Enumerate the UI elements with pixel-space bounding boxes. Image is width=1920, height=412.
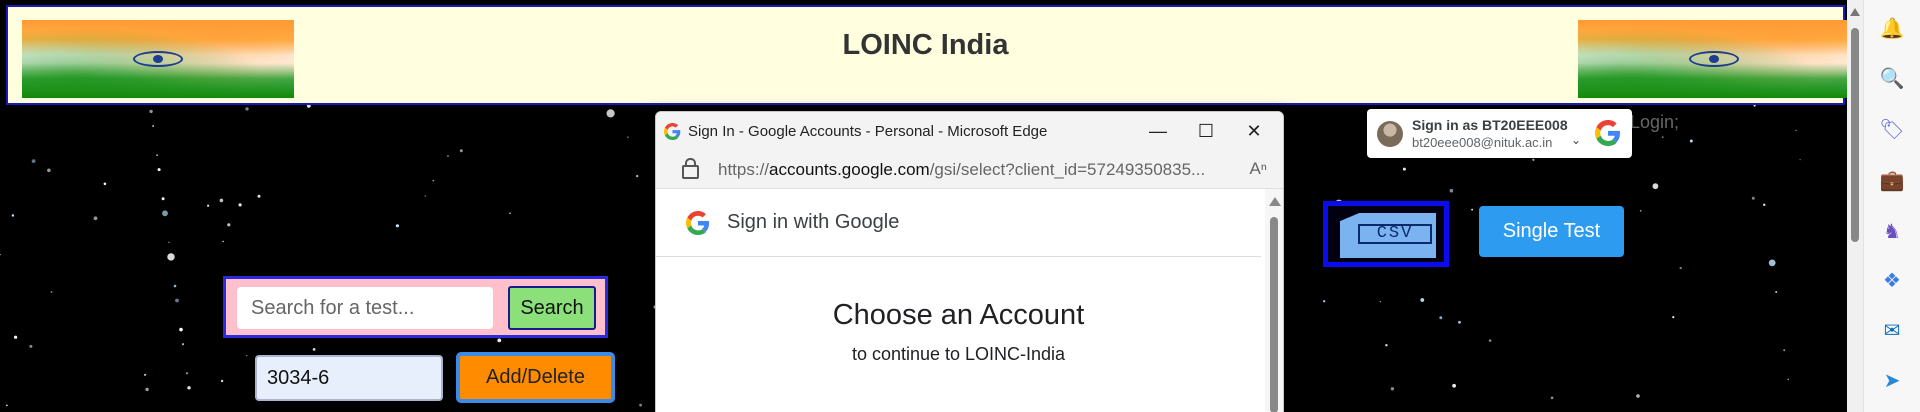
add-delete-button[interactable]: Add/Delete <box>456 352 615 403</box>
url-prefix: https:// <box>718 160 770 179</box>
google-logo-icon <box>686 211 710 235</box>
choose-account-subtitle: to continue to LOINC-India <box>851 344 1066 364</box>
copilot-icon[interactable]: ❖ <box>1879 268 1905 294</box>
google-logo-icon <box>1595 120 1620 146</box>
login-text: Login; <box>1630 112 1680 132</box>
chess-icon[interactable]: ♞ <box>1879 219 1905 245</box>
popup-url: https://accounts.google.com/gsi/select?c… <box>718 160 1205 180</box>
bell-icon[interactable]: 🔔 <box>1879 16 1905 42</box>
search-icon[interactable]: 🔍 <box>1879 66 1905 92</box>
test-code-input[interactable] <box>255 355 443 401</box>
search-box: Search <box>223 276 608 338</box>
site-header: LOINC India <box>6 5 1847 105</box>
minimize-icon[interactable]: — <box>1135 115 1181 147</box>
popup-content: Sign in with Google Choose an Account to… <box>656 189 1265 412</box>
gsi-chip-name: Sign in as BT20EEE008 <box>1412 117 1568 133</box>
choose-account-title: Choose an Account <box>832 299 1085 331</box>
gsi-header-text: Sign in with Google <box>727 211 900 233</box>
popup-titlebar[interactable]: Sign In - Google Accounts - Personal - M… <box>656 112 1283 150</box>
gsi-header: Sign in with Google <box>656 189 1261 257</box>
page-scroll-thumb[interactable] <box>1851 28 1859 242</box>
gsi-chip-email: bt20eee008@nituk.ac.in <box>1412 135 1553 150</box>
ashoka-chakra-icon <box>1689 51 1739 67</box>
single-test-button[interactable]: Single Test <box>1479 206 1624 257</box>
scroll-up-icon[interactable] <box>1269 197 1281 206</box>
chevron-down-icon[interactable]: ⌄ <box>1571 133 1581 147</box>
csv-label: CSV <box>1358 224 1432 244</box>
csv-upload-button[interactable]: CSV <box>1323 201 1449 267</box>
popup-scroll-thumb[interactable] <box>1270 217 1278 412</box>
popup-scrollbar[interactable] <box>1265 189 1283 412</box>
maximize-icon[interactable]: ☐ <box>1183 115 1229 147</box>
india-flag-right <box>1578 20 1847 98</box>
url-rest: /gsi/select?client_id=57249350835... <box>929 160 1206 179</box>
page-scrollbar[interactable] <box>1847 0 1863 412</box>
search-input[interactable] <box>237 287 493 329</box>
read-aloud-icon[interactable]: Aⁿ <box>1249 159 1267 179</box>
page-title: LOINC India <box>842 29 1009 61</box>
search-button[interactable]: Search <box>508 286 596 330</box>
lock-icon[interactable] <box>682 158 699 179</box>
google-logo-icon <box>664 123 681 140</box>
popup-window-title: Sign In - Google Accounts - Personal - M… <box>688 123 1048 140</box>
edge-sidebar: 🔔 🔍 🏷 💼 ♞ ❖ ✉ ➤ <box>1863 0 1920 412</box>
url-domain: accounts.google.com <box>769 160 930 179</box>
send-icon[interactable]: ➤ <box>1879 368 1905 394</box>
sign-in-popup-window: Sign In - Google Accounts - Personal - M… <box>655 111 1284 412</box>
close-icon[interactable]: ✕ <box>1231 115 1277 147</box>
google-sign-in-chip[interactable]: Sign in as BT20EEE008 bt20eee008@nituk.a… <box>1367 109 1632 158</box>
page-viewport: LOINC India Login; Search Add/Delete CSV… <box>0 0 1847 412</box>
scroll-up-icon[interactable] <box>1850 8 1860 16</box>
outlook-icon[interactable]: ✉ <box>1879 318 1905 344</box>
tag-icon[interactable]: 🏷 <box>1879 117 1905 143</box>
popup-address-bar[interactable]: https://accounts.google.com/gsi/select?c… <box>656 150 1283 189</box>
avatar <box>1377 121 1403 147</box>
briefcase-icon[interactable]: 💼 <box>1879 168 1905 194</box>
